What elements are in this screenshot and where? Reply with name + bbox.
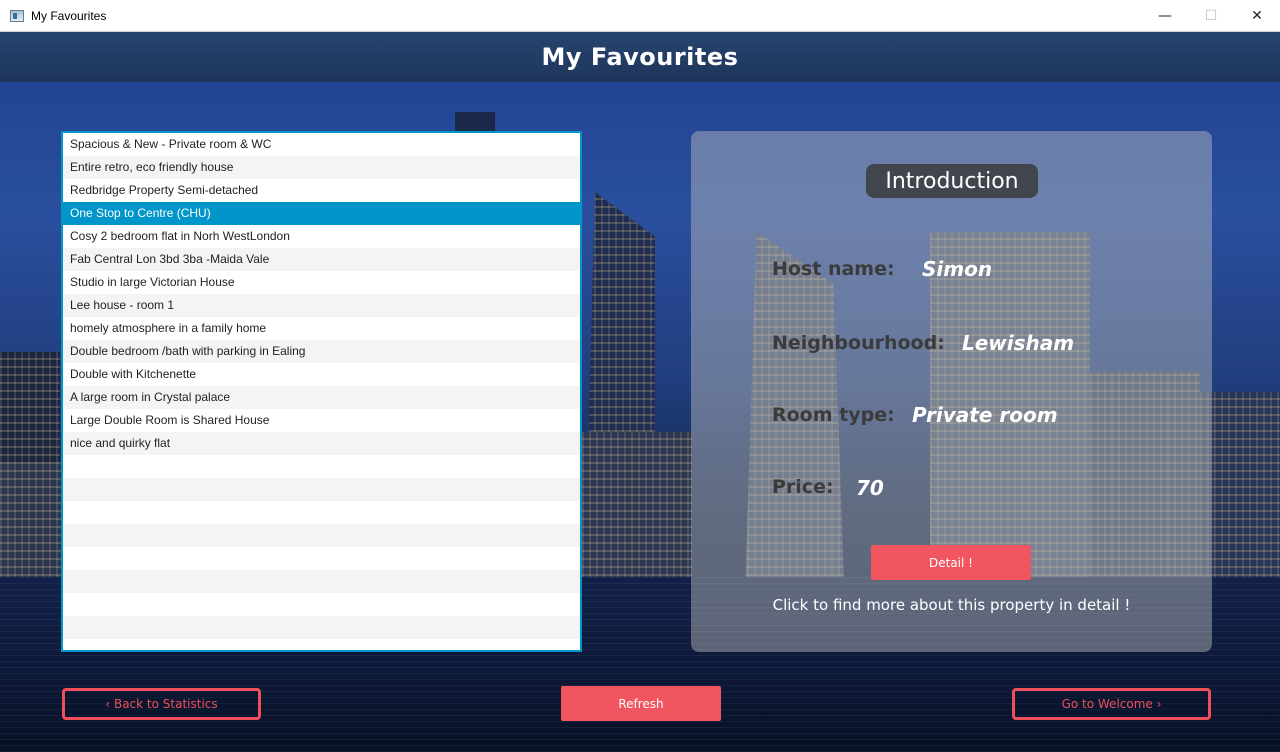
- empty-list-row: [63, 616, 580, 639]
- price-label: Price:: [772, 476, 834, 498]
- list-item[interactable]: One Stop to Centre (CHU): [63, 202, 580, 225]
- empty-list-row: [63, 478, 580, 501]
- introduction-title: Introduction: [866, 164, 1038, 198]
- list-item[interactable]: A large room in Crystal palace: [63, 386, 580, 409]
- room-type-value: Private room: [912, 403, 1058, 427]
- price-value: 70: [856, 476, 884, 500]
- empty-list-row: [63, 547, 580, 570]
- minimize-icon[interactable]: —: [1142, 0, 1188, 32]
- window-title: My Favourites: [31, 8, 107, 23]
- window-controls: — ☐ ✕: [1142, 0, 1280, 32]
- app-icon: [10, 9, 24, 22]
- back-to-statistics-button[interactable]: ‹ Back to Statistics: [62, 688, 261, 720]
- list-item[interactable]: Studio in large Victorian House: [63, 271, 580, 294]
- room-type-label: Room type:: [772, 404, 895, 426]
- empty-list-row: [63, 455, 580, 478]
- empty-list-row: [63, 570, 580, 593]
- list-item[interactable]: Cosy 2 bedroom flat in Norh WestLondon: [63, 225, 580, 248]
- refresh-button[interactable]: Refresh: [561, 686, 721, 721]
- detail-hint-text: Click to find more about this property i…: [772, 596, 1131, 614]
- empty-list-row: [63, 524, 580, 547]
- host-name-label: Host name:: [772, 258, 895, 280]
- list-item[interactable]: Fab Central Lon 3bd 3ba -Maida Vale: [63, 248, 580, 271]
- page-title: My Favourites: [541, 43, 739, 71]
- list-item[interactable]: Entire retro, eco friendly house: [63, 156, 580, 179]
- neighbourhood-value: Lewisham: [962, 331, 1075, 355]
- page-header: My Favourites: [0, 32, 1280, 82]
- list-item[interactable]: Redbridge Property Semi-detached: [63, 179, 580, 202]
- neighbourhood-label: Neighbourhood:: [772, 332, 945, 354]
- favourites-list[interactable]: Spacious & New - Private room & WC Entire…: [61, 131, 582, 652]
- close-icon[interactable]: ✕: [1234, 0, 1280, 32]
- list-item[interactable]: homely atmosphere in a family home: [63, 317, 580, 340]
- list-item[interactable]: Spacious & New - Private room & WC: [63, 133, 580, 156]
- list-item[interactable]: Large Double Room is Shared House: [63, 409, 580, 432]
- empty-list-row: [63, 593, 580, 616]
- go-to-welcome-button[interactable]: Go to Welcome ›: [1012, 688, 1211, 720]
- window-titlebar: My Favourites — ☐ ✕: [0, 0, 1280, 32]
- empty-list-row: [63, 501, 580, 524]
- list-item[interactable]: Lee house - room 1: [63, 294, 580, 317]
- list-item[interactable]: Double with Kitchenette: [63, 363, 580, 386]
- host-name-value: Simon: [922, 257, 993, 281]
- maximize-icon[interactable]: ☐: [1188, 0, 1234, 32]
- list-item[interactable]: nice and quirky flat: [63, 432, 580, 455]
- detail-button[interactable]: Detail !: [871, 545, 1031, 580]
- list-item[interactable]: Double bedroom /bath with parking in Eal…: [63, 340, 580, 363]
